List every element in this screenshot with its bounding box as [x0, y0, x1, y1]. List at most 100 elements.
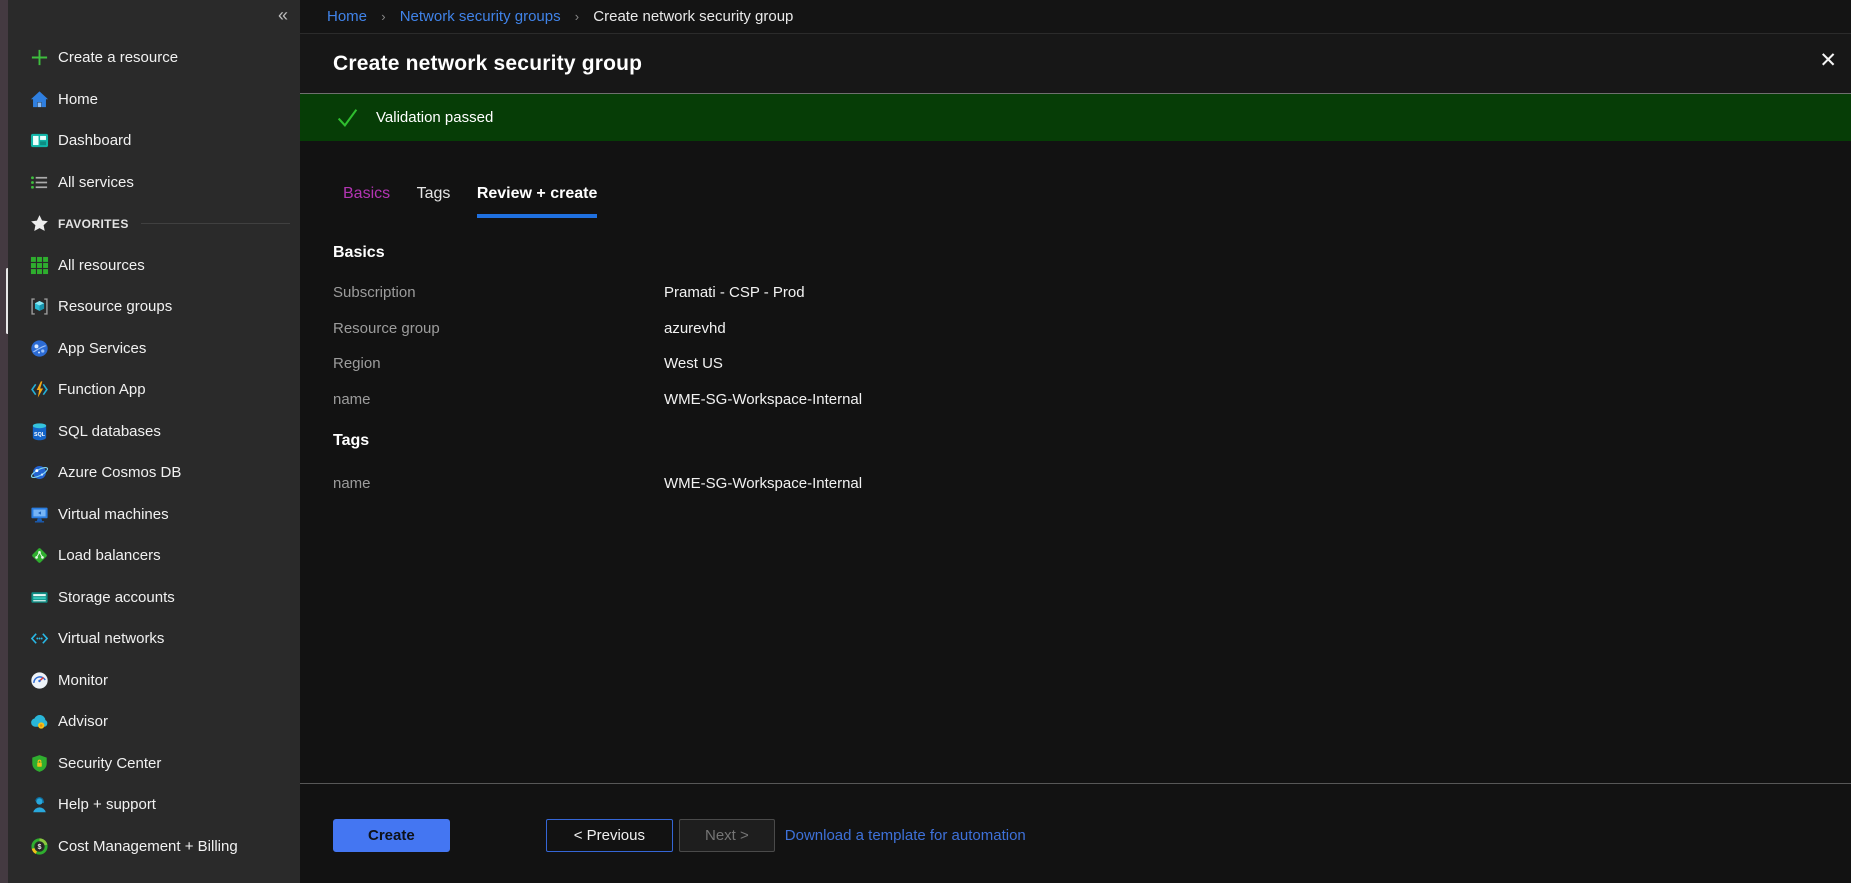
svg-text:SQL: SQL [34, 432, 46, 438]
favorites-divider [141, 223, 290, 224]
svg-text:$: $ [37, 843, 41, 851]
sidebar-item-label: Azure Cosmos DB [58, 464, 181, 481]
footer-action-bar: Create < Previous Next > Download a temp… [300, 783, 1851, 883]
breadcrumb-nsg-link[interactable]: Network security groups [400, 8, 561, 25]
review-row-tag-name: name WME-SG-Workspace-Internal [333, 466, 1851, 502]
function-app-icon [29, 380, 49, 400]
cost-management-icon: $ [29, 836, 49, 856]
sidebar-item-function-app[interactable]: Function App [8, 369, 300, 411]
sidebar-item-virtual-machines[interactable]: Virtual machines [8, 494, 300, 536]
help-support-icon [29, 795, 49, 815]
create-button[interactable]: Create [333, 819, 450, 852]
previous-button[interactable]: < Previous [546, 819, 673, 852]
sidebar-item-cost-management-billing[interactable]: $ Cost Management + Billing [8, 826, 300, 868]
next-button[interactable]: Next > [679, 819, 775, 852]
sidebar-item-azure-cosmos-db[interactable]: Azure Cosmos DB [8, 452, 300, 494]
sidebar-item-security-center[interactable]: Security Center [8, 743, 300, 785]
breadcrumb-home-link[interactable]: Home [327, 8, 367, 25]
all-resources-grid-icon [29, 255, 49, 275]
tab-tags[interactable]: Tags [417, 185, 451, 214]
sidebar-item-label: App Services [58, 340, 146, 357]
all-services-icon [29, 172, 49, 192]
sidebar-item-app-services[interactable]: App Services [8, 328, 300, 370]
row-value: WME-SG-Workspace-Internal [664, 475, 862, 492]
sidebar-item-resource-groups[interactable]: Resource groups [8, 286, 300, 328]
sidebar: « Create a resource Home Dashboard [8, 0, 300, 883]
review-summary: Basics Subscription Pramati - CSP - Prod… [300, 244, 1851, 502]
review-row-subscription: Subscription Pramati - CSP - Prod [333, 275, 1851, 311]
sidebar-item-label: Home [58, 91, 98, 108]
sidebar-item-all-resources[interactable]: All resources [8, 245, 300, 287]
main-panel: Home › Network security groups › Create … [300, 0, 1851, 883]
download-template-link[interactable]: Download a template for automation [785, 819, 1026, 852]
sidebar-item-home[interactable]: Home [8, 79, 300, 121]
review-row-name: name WME-SG-Workspace-Internal [333, 382, 1851, 418]
row-label: Region [333, 355, 664, 372]
favorites-label: FAVORITES [58, 217, 129, 231]
azure-portal-window: « Create a resource Home Dashboard [0, 0, 1851, 883]
chevron-right-icon: › [381, 9, 385, 24]
sidebar-item-virtual-networks[interactable]: Virtual networks [8, 618, 300, 660]
favorites-header: FAVORITES [8, 203, 300, 245]
breadcrumb: Home › Network security groups › Create … [300, 0, 1851, 34]
page-title: Create network security group [333, 52, 642, 76]
sidebar-item-label: All resources [58, 257, 145, 274]
tags-section-heading: Tags [333, 432, 1851, 450]
validation-banner: Validation passed [300, 93, 1851, 141]
validation-message: Validation passed [376, 109, 493, 126]
sidebar-item-label: All services [58, 174, 134, 191]
close-icon[interactable]: ✕ [1819, 50, 1837, 71]
row-value: azurevhd [664, 320, 726, 337]
virtual-machines-icon [29, 504, 49, 524]
window-edge [0, 0, 8, 883]
advisor-icon [29, 712, 49, 732]
sidebar-item-storage-accounts[interactable]: Storage accounts [8, 577, 300, 619]
sidebar-item-load-balancers[interactable]: Load balancers [8, 535, 300, 577]
row-label: name [333, 391, 664, 408]
sidebar-item-label: Load balancers [58, 547, 161, 564]
row-value: Pramati - CSP - Prod [664, 284, 805, 301]
review-row-region: Region West US [333, 346, 1851, 382]
sidebar-item-label: Virtual machines [58, 506, 169, 523]
cosmos-db-icon [29, 463, 49, 483]
sidebar-item-label: Monitor [58, 672, 108, 689]
security-center-icon [29, 753, 49, 773]
row-label: Subscription [333, 284, 664, 301]
breadcrumb-current: Create network security group [593, 8, 793, 25]
sidebar-item-monitor[interactable]: Monitor [8, 660, 300, 702]
sidebar-item-sql-databases[interactable]: SQL SQL databases [8, 411, 300, 453]
sidebar-item-label: SQL databases [58, 423, 161, 440]
row-value: WME-SG-Workspace-Internal [664, 391, 862, 408]
sidebar-item-label: Resource groups [58, 298, 172, 315]
tab-basics[interactable]: Basics [343, 185, 390, 214]
monitor-icon [29, 670, 49, 690]
dashboard-icon [29, 131, 49, 151]
title-bar: Create network security group ✕ [300, 34, 1851, 93]
sidebar-item-label: Virtual networks [58, 630, 164, 647]
sidebar-item-label: Function App [58, 381, 146, 398]
sidebar-collapse-button[interactable]: « [278, 6, 288, 24]
sidebar-item-advisor[interactable]: Advisor [8, 701, 300, 743]
storage-accounts-icon [29, 587, 49, 607]
row-label: name [333, 475, 664, 492]
home-icon [29, 89, 49, 109]
sidebar-item-label: Advisor [58, 713, 108, 730]
row-value: West US [664, 355, 723, 372]
plus-icon [29, 48, 49, 68]
sidebar-item-help-support[interactable]: Help + support [8, 784, 300, 826]
sidebar-nav: Create a resource Home Dashboard All ser… [8, 0, 300, 867]
load-balancers-icon [29, 546, 49, 566]
review-row-resource-group: Resource group azurevhd [333, 311, 1851, 347]
sql-databases-icon: SQL [29, 421, 49, 441]
sidebar-item-dashboard[interactable]: Dashboard [8, 120, 300, 162]
chevron-right-icon: › [575, 9, 579, 24]
sidebar-item-label: Cost Management + Billing [58, 838, 238, 855]
tab-bar: Basics Tags Review + create [300, 185, 1851, 218]
sidebar-item-label: Storage accounts [58, 589, 175, 606]
tab-review-create[interactable]: Review + create [477, 185, 598, 218]
basics-section-heading: Basics [333, 244, 1851, 262]
sidebar-item-all-services[interactable]: All services [8, 162, 300, 204]
checkmark-icon [335, 105, 360, 130]
sidebar-item-create-a-resource[interactable]: Create a resource [8, 37, 300, 79]
resource-groups-icon [29, 297, 49, 317]
